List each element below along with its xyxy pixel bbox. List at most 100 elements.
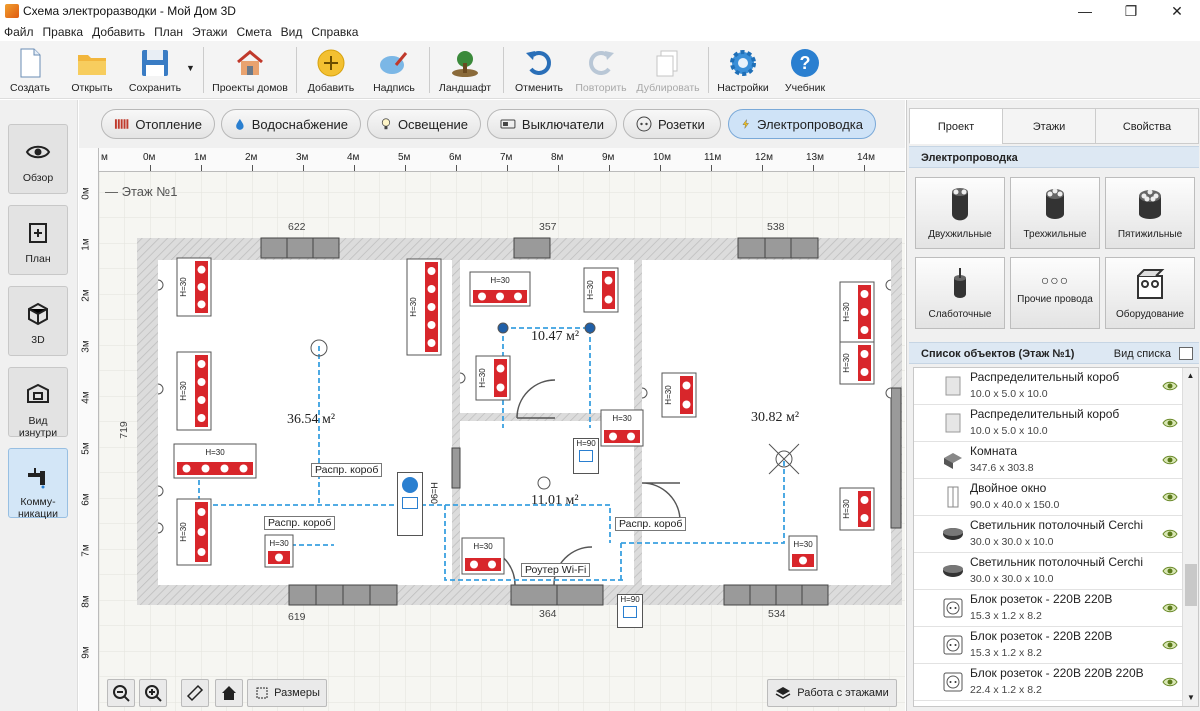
- visibility-eye-icon[interactable]: [1162, 527, 1178, 541]
- minimize-button[interactable]: —: [1062, 0, 1108, 22]
- visibility-eye-icon[interactable]: [1162, 453, 1178, 467]
- menu-floors[interactable]: Этажи: [192, 25, 227, 39]
- visibility-eye-icon[interactable]: [1162, 379, 1178, 393]
- settings-button[interactable]: Настройки: [712, 45, 774, 97]
- measure-button[interactable]: [181, 679, 209, 707]
- other-wires-button[interactable]: ○○○ Прочие провода: [1010, 257, 1100, 329]
- add-button[interactable]: Добавить: [302, 45, 360, 97]
- duplicate-button[interactable]: Дублировать: [632, 45, 704, 97]
- list-item[interactable]: Двойное окно 90.0 x 40.0 x 150.0: [914, 479, 1182, 516]
- open-button[interactable]: Открыть: [64, 45, 120, 97]
- close-button[interactable]: ✕: [1154, 0, 1200, 22]
- tab-floors[interactable]: Этажи: [1002, 108, 1096, 144]
- object-list[interactable]: Распределительный короб 10.0 x 5.0 x 10.0…: [913, 367, 1199, 707]
- visibility-eye-icon[interactable]: [1162, 490, 1178, 504]
- switch-block[interactable]: [397, 472, 423, 536]
- socket-block[interactable]: H=30: [176, 257, 212, 317]
- list-item[interactable]: Комната 347.6 x 303.8: [914, 442, 1182, 479]
- sizes-button[interactable]: Размеры: [247, 679, 327, 707]
- socket-block[interactable]: H=30: [839, 487, 875, 531]
- socket-block[interactable]: H=30: [583, 267, 619, 313]
- zoom-in-button[interactable]: [139, 679, 167, 707]
- list-item[interactable]: Распределительный короб 10.0 x 5.0 x 10.0: [914, 368, 1182, 405]
- landscape-button[interactable]: Ландшафт: [434, 45, 496, 97]
- socket-block[interactable]: H=30: [176, 498, 212, 566]
- create-button[interactable]: Создать: [4, 45, 56, 97]
- overview-button[interactable]: Обзор: [8, 124, 68, 194]
- undo-button[interactable]: Отменить: [508, 45, 570, 97]
- menu-add[interactable]: Добавить: [92, 25, 145, 39]
- equipment-button[interactable]: Оборудование: [1105, 257, 1195, 329]
- scroll-thumb[interactable]: [1185, 564, 1197, 606]
- tutorial-button[interactable]: ? Учебник: [776, 45, 834, 97]
- toolbar-separator: [203, 47, 204, 93]
- save-dropdown-arrow[interactable]: ▼: [186, 63, 195, 73]
- ruler-tick: [864, 165, 865, 171]
- house-projects-button[interactable]: Проекты домов: [208, 45, 292, 97]
- socket-block[interactable]: H=30: [839, 341, 875, 385]
- socket-block[interactable]: H=30: [839, 281, 875, 343]
- floors-work-button[interactable]: Работа с этажами: [767, 679, 897, 707]
- menu-help[interactable]: Справка: [311, 25, 358, 39]
- visibility-eye-icon[interactable]: [1162, 638, 1178, 652]
- object-dims: 15.3 x 1.2 x 8.2: [970, 647, 1042, 659]
- switch-block[interactable]: H=90: [573, 438, 599, 474]
- visibility-eye-icon[interactable]: [1162, 564, 1178, 578]
- socket-block[interactable]: H=30: [173, 443, 257, 479]
- plan-view-button[interactable]: План: [8, 205, 68, 275]
- menu-file[interactable]: Файл: [4, 25, 34, 39]
- tab-properties[interactable]: Свойства: [1095, 108, 1199, 144]
- maximize-button[interactable]: ❐: [1108, 0, 1154, 22]
- list-item[interactable]: Светильник потолочный Cerchi 30.0 x 30.0 …: [914, 553, 1182, 590]
- socket-block[interactable]: H=30: [600, 409, 644, 447]
- zoom-out-button[interactable]: [107, 679, 135, 707]
- menu-edit[interactable]: Правка: [43, 25, 84, 39]
- tab-wiring[interactable]: Электропроводка: [728, 109, 876, 139]
- scroll-up-icon[interactable]: ▲: [1183, 368, 1198, 384]
- three-core-wire-button[interactable]: Трехжильные: [1010, 177, 1100, 249]
- socket-block[interactable]: H=30: [661, 372, 697, 418]
- tab-sockets[interactable]: Розетки: [623, 109, 721, 139]
- save-button[interactable]: Сохранить: [124, 45, 186, 97]
- visibility-eye-icon[interactable]: [1162, 416, 1178, 430]
- socket-block[interactable]: H=30: [176, 351, 212, 431]
- tab-heating[interactable]: Отопление: [101, 109, 215, 139]
- tab-water-supply[interactable]: Водоснабжение: [221, 109, 361, 139]
- menu-view[interactable]: Вид: [281, 25, 303, 39]
- list-item[interactable]: Блок розеток - 220В 220В 15.3 x 1.2 x 8.2: [914, 627, 1182, 664]
- plan-canvas[interactable]: H=30 H=30 H=30 H=30 H=30 H=30 H=30 H=30 H=30 H=30…: [79, 148, 905, 711]
- tab-project[interactable]: Проект: [909, 108, 1003, 144]
- switch-icon: [623, 606, 637, 618]
- switch-block[interactable]: H=90: [617, 594, 643, 628]
- visibility-eye-icon[interactable]: [1162, 675, 1178, 689]
- view-3d-button[interactable]: 3D: [8, 286, 68, 356]
- list-item[interactable]: Светильник потолочный Cerchi 30.0 x 30.0 …: [914, 516, 1182, 553]
- home-view-button[interactable]: [215, 679, 243, 707]
- menu-plan[interactable]: План: [154, 25, 183, 39]
- communications-button[interactable]: Комму-никации: [8, 448, 68, 520]
- tab-lighting[interactable]: Освещение: [367, 109, 481, 139]
- socket-block[interactable]: H=30: [406, 258, 442, 356]
- two-core-wire-button[interactable]: Двухжильные: [915, 177, 1005, 249]
- list-view-icon[interactable]: [1179, 347, 1193, 360]
- socket-block[interactable]: H=30: [475, 355, 511, 401]
- socket-block[interactable]: H=30: [461, 537, 505, 575]
- tab-switches[interactable]: Выключатели: [487, 109, 617, 139]
- cube-icon: [28, 302, 48, 326]
- list-item[interactable]: Блок розеток - 220В 220В 220В 22.4 x 1.2 …: [914, 664, 1182, 701]
- socket-block[interactable]: H=30: [788, 535, 818, 571]
- low-current-wire-button[interactable]: Слаботочные: [915, 257, 1005, 329]
- five-core-wire-button[interactable]: Пятижильные: [1105, 177, 1195, 249]
- label-button[interactable]: Надпись: [364, 45, 424, 97]
- inside-view-button[interactable]: Вид изнутри: [8, 367, 68, 439]
- redo-button[interactable]: Повторить: [570, 45, 632, 97]
- socket-block[interactable]: H=30: [264, 534, 294, 568]
- list-item[interactable]: Блок розеток - 220В 220В 15.3 x 1.2 x 8.2: [914, 590, 1182, 627]
- socket-block[interactable]: H=30: [469, 271, 531, 307]
- menu-estimate[interactable]: Смета: [236, 25, 271, 39]
- visibility-eye-icon[interactable]: [1162, 601, 1178, 615]
- scroll-down-icon[interactable]: ▼: [1183, 690, 1198, 706]
- list-item[interactable]: Распределительный короб 10.0 x 5.0 x 10.0: [914, 405, 1182, 442]
- list-view-toggle[interactable]: Вид списка: [1114, 343, 1171, 365]
- scrollbar[interactable]: ▲ ▼: [1182, 368, 1198, 706]
